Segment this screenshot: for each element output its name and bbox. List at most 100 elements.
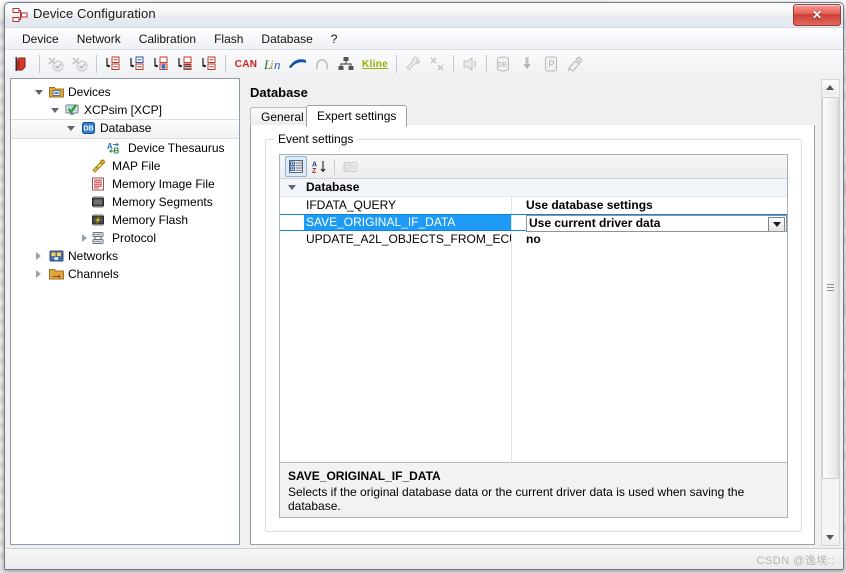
- delete-all-devices-icon[interactable]: [69, 53, 91, 75]
- device-tree-panel: Devices XCPsim [XCP]: [10, 78, 240, 545]
- protocol-icon[interactable]: P: [540, 53, 562, 75]
- expander-open-icon[interactable]: [51, 106, 60, 115]
- expander-closed-icon[interactable]: [35, 270, 44, 279]
- tree-item-map-file[interactable]: MAP File: [11, 157, 239, 175]
- property-value-text: Use current driver data: [529, 216, 660, 230]
- svg-text:P: P: [549, 59, 555, 69]
- property-row-save-original-if-data[interactable]: SAVE_ORIGINAL_IF_DATA Use current driver…: [280, 214, 787, 231]
- toolbar: CAN L i n: [5, 50, 843, 79]
- menu-item-calibration[interactable]: Calibration: [130, 30, 205, 48]
- device-tree: Devices XCPsim [XCP]: [11, 83, 239, 544]
- add-measurement-icon[interactable]: [174, 53, 196, 75]
- property-value[interactable]: no: [526, 231, 785, 248]
- toolbar-separator: [39, 55, 40, 73]
- property-row-update-a2l-objects-from-ecu[interactable]: UPDATE_A2L_OBJECTS_FROM_ECU no: [280, 231, 787, 248]
- download-icon[interactable]: [516, 53, 538, 75]
- alphabetical-sort-button[interactable]: A Z: [309, 157, 329, 176]
- toolbar-separator: [225, 55, 226, 73]
- settings-panel: Database General Expert settings Event s…: [245, 77, 819, 549]
- delete-device-icon[interactable]: [45, 53, 67, 75]
- svg-text:A: A: [107, 142, 113, 151]
- add-device-icon[interactable]: [102, 53, 124, 75]
- tree-item-memory-segments[interactable]: Memory Segments: [11, 193, 239, 211]
- devices-folder-icon: [49, 85, 64, 99]
- device-configuration-window: Device Configuration ✕ Device Network Ca…: [4, 2, 844, 570]
- window-titlebar[interactable]: Device Configuration ✕: [5, 3, 843, 28]
- window-body: Devices XCPsim [XCP]: [5, 77, 843, 549]
- memory-flash-icon: [91, 213, 106, 227]
- add-node-icon[interactable]: [198, 53, 220, 75]
- tree-item-xcpsim[interactable]: XCPsim [XCP]: [11, 101, 239, 119]
- io-icon[interactable]: [459, 53, 481, 75]
- tree-item-protocol[interactable]: Protocol: [11, 229, 239, 247]
- tree-item-label: XCPsim [XCP]: [84, 101, 162, 119]
- stop-measurement-icon[interactable]: [12, 53, 34, 75]
- menu-item-help[interactable]: ?: [322, 30, 347, 48]
- memory-segments-icon: [91, 195, 106, 209]
- property-name: IFDATA_QUERY: [306, 197, 511, 214]
- chevron-down-icon[interactable]: [768, 217, 785, 232]
- tab-expert-settings[interactable]: Expert settings: [306, 105, 407, 127]
- property-value[interactable]: Use database settings: [526, 197, 785, 214]
- tab-content-expert-settings: Event settings: [250, 125, 815, 545]
- tab-general[interactable]: General: [250, 107, 315, 127]
- property-grid: A Z: [279, 154, 788, 518]
- scroll-up-icon[interactable]: [822, 80, 837, 95]
- menu-item-network[interactable]: Network: [68, 30, 130, 48]
- toolbar-separator: [96, 55, 97, 73]
- lin-icon[interactable]: L i n: [263, 53, 285, 75]
- window-title: Device Configuration: [33, 6, 156, 21]
- property-name: SAVE_ORIGINAL_IF_DATA: [304, 215, 511, 230]
- tree-item-label: Memory Segments: [112, 193, 213, 211]
- tree-item-memory-image-file[interactable]: Memory Image File: [11, 175, 239, 193]
- event-settings-group: Event settings: [265, 139, 802, 532]
- svg-text:Z: Z: [312, 168, 317, 174]
- tree-item-label: Database: [100, 120, 151, 136]
- thesaurus-icon: A B: [107, 141, 122, 155]
- expander-open-icon[interactable]: [35, 88, 44, 97]
- close-button[interactable]: ✕: [793, 4, 841, 26]
- scrollbar-grip-icon: [827, 284, 834, 292]
- tree-item-label: Devices: [68, 83, 111, 101]
- flexray-icon[interactable]: [287, 53, 309, 75]
- scroll-down-icon[interactable]: [822, 530, 837, 545]
- tree-item-database[interactable]: DB Database: [11, 119, 239, 139]
- close-icon: ✕: [812, 8, 822, 22]
- property-category-database[interactable]: Database: [280, 179, 787, 197]
- tree-item-memory-flash[interactable]: Memory Flash: [11, 211, 239, 229]
- tree-item-label: Memory Flash: [112, 211, 188, 229]
- watermark-text: CSDN @逸埃::: [756, 552, 835, 568]
- expander-open-icon[interactable]: [288, 183, 297, 192]
- menu-item-database[interactable]: Database: [252, 30, 321, 48]
- scrollbar-thumb[interactable]: [822, 97, 839, 479]
- tree-item-channels[interactable]: Channels: [11, 265, 239, 283]
- disconnect-icon[interactable]: [426, 53, 448, 75]
- menu-item-device[interactable]: Device: [13, 30, 68, 48]
- database-icon[interactable]: DB: [492, 53, 514, 75]
- menu-item-flash[interactable]: Flash: [205, 30, 252, 48]
- flash-tool-icon[interactable]: [564, 53, 586, 75]
- expander-closed-icon[interactable]: [81, 234, 90, 243]
- kline-icon[interactable]: Kline: [359, 53, 391, 75]
- menubar: Device Network Calibration Flash Databas…: [5, 28, 843, 50]
- tree-item-networks[interactable]: Networks: [11, 247, 239, 265]
- tree-item-devices[interactable]: Devices: [11, 83, 239, 101]
- settings-wrench-icon[interactable]: [402, 53, 424, 75]
- property-row-ifdata-query[interactable]: IFDATA_QUERY Use database settings: [280, 197, 787, 214]
- add-network-icon[interactable]: [126, 53, 148, 75]
- vertical-scrollbar[interactable]: [821, 79, 840, 546]
- property-value-combobox[interactable]: Use current driver data: [526, 215, 787, 232]
- can-icon[interactable]: CAN: [231, 53, 261, 75]
- add-channel-icon[interactable]: [150, 53, 172, 75]
- property-pages-button[interactable]: [340, 157, 360, 176]
- ethernet-icon[interactable]: [335, 53, 357, 75]
- statusbar: CSDN @逸埃::: [5, 548, 843, 569]
- tree-item-device-thesaurus[interactable]: A B Device Thesaurus: [11, 139, 239, 157]
- categorized-view-button[interactable]: [285, 156, 307, 177]
- group-legend: Event settings: [274, 132, 357, 146]
- memory-image-icon: [91, 177, 106, 191]
- tree-item-label: Channels: [68, 265, 119, 283]
- expander-open-icon[interactable]: [67, 124, 76, 133]
- most-icon[interactable]: [311, 53, 333, 75]
- expander-closed-icon[interactable]: [35, 252, 44, 261]
